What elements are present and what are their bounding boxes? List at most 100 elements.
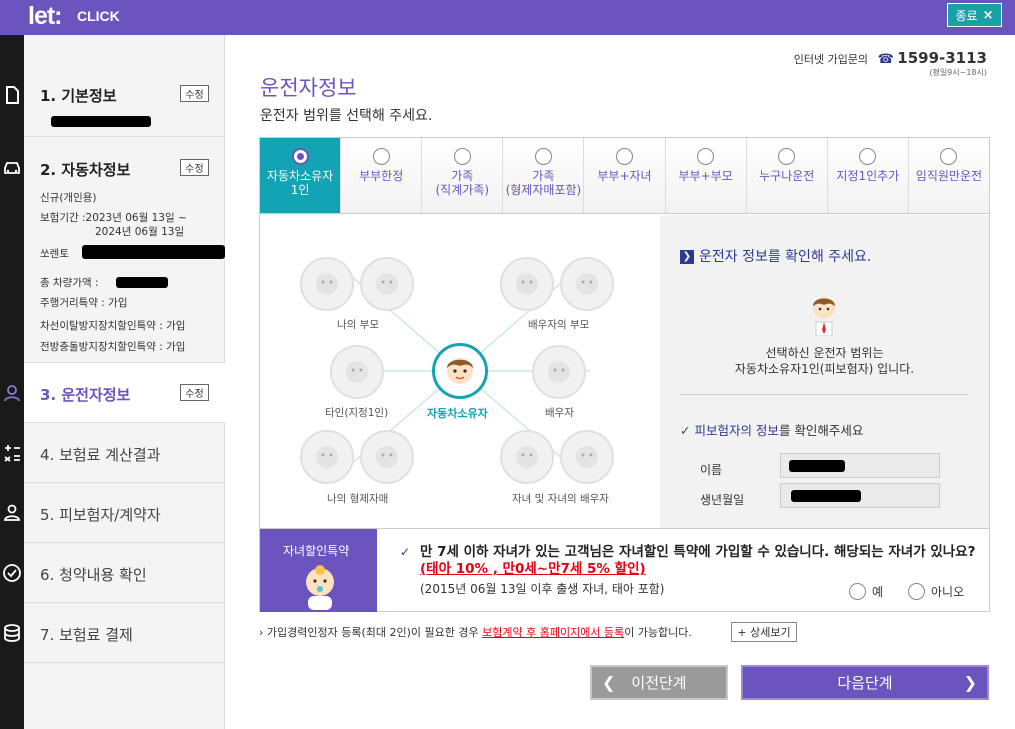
tab-add-one[interactable]: 지정1인추가 [827,138,909,213]
detail-button[interactable]: + 상세보기 [731,622,797,642]
step-title: 7. 보험료 결제 [40,626,133,644]
radio[interactable] [859,148,877,165]
close-icon: × [982,7,994,23]
tab-family-siblings[interactable]: 가족 (형제자매포함) [503,138,585,213]
contact-label: 인터넷 가입문의 [793,53,869,66]
car-detail: 전방충돌방지장치할인특약 : 가입 [40,341,186,353]
info-title-text: 운전자 정보를 확인해 주세요. [699,249,872,265]
chevron-left-icon: ❮ [602,673,616,692]
radio[interactable] [615,148,633,165]
step-car-info: 2. 자동차정보 수정 신규(개인용) 보험기간 :2023년 06월 13일 … [24,137,225,363]
main-content: 인터넷 가입문의 ☎ 1599-3113 (평일9시~18시) 운전자정보 운전… [225,35,1015,729]
tab-label: 자동차소유자 1인 [266,169,334,198]
insured-info-suffix: 를 확인해주세요 [778,423,864,438]
car-detail: 총 차량가액 : [40,277,99,289]
radio[interactable] [908,583,925,600]
brother-icon [300,430,354,484]
people-icon [4,504,20,521]
phone-number: 1599-3113 [897,49,987,67]
footnote-suffix: 이 가능합니다. [624,626,692,639]
step-title: 4. 보험료 계산결과 [40,446,161,464]
tab-label: 가족 (직계가족) [435,169,490,198]
child-discount-note: (2015년 06월 13일 이후 출생 자녀, 태아 포함) [420,582,665,596]
logo-sub: CLICK [77,8,120,24]
woman-icon [532,345,586,399]
car-detail: 2024년 06월 13일 [95,226,185,238]
label-owner: 자동차소유자 [427,407,488,420]
tab-label: 부부한정 [359,169,404,183]
info-text-line1: 선택하신 운전자 범위는 [765,346,884,360]
option-yes-label: 예 [872,585,884,599]
radio[interactable] [372,148,390,165]
chevron-right-icon: ❯ [963,673,977,692]
radio[interactable] [697,148,715,165]
tab-couple-parents[interactable]: 부부+부모 [665,138,747,213]
check-icon: ✓ [400,545,411,559]
tab-label: 부부+부모 [678,169,733,183]
grandma-icon [360,257,414,311]
step-basic-info: 1. 기본정보 수정 [24,35,225,137]
prev-label: 이전단계 [631,674,687,692]
man-icon [330,345,384,399]
option-no-label: 아니오 [931,585,965,599]
next-button[interactable]: 다음단계 ❯ [741,665,989,700]
tab-couple[interactable]: 부부한정 [341,138,423,213]
radio[interactable] [849,583,866,600]
tab-label: 부부+자녀 [597,169,652,183]
car-detail: 보험기간 :2023년 06월 13일 ~ [40,212,187,224]
label-children: 자녀 및 자녀의 배우자 [512,493,609,505]
tab-anyone[interactable]: 누구나운전 [746,138,828,213]
option-yes[interactable]: 예 [849,583,883,600]
birth-field [780,483,940,508]
tab-couple-children[interactable]: 부부+자녀 [584,138,666,213]
redacted-name [789,460,845,472]
tab-family-direct[interactable]: 가족 (직계가족) [422,138,504,213]
label-other: 타인(지정1인) [325,407,389,419]
close-button[interactable]: 종료 × [947,3,1002,27]
step-review: 6. 청약내용 확인 [24,543,225,603]
question-text: 만 7세 이하 자녀가 있는 고객님은 자녀할인 특약에 가입할 수 있습니다.… [420,544,976,560]
owner-avatar-icon [813,297,835,336]
driver-diagram: 나의 부모 배우자의 부모 타인(지정1인) 자동차소유자 배우자 나의 형제자… [260,215,660,528]
edit-button[interactable]: 수정 [180,85,209,102]
grandma-icon [560,257,614,311]
step-title: 2. 자동차정보 [40,161,131,179]
step-driver-info[interactable]: 3. 운전자정보 수정 [24,363,225,423]
check-icon: ✓ [680,423,695,438]
label-siblings: 나의 형제자매 [327,493,389,505]
discount-highlight: (태아 10% , 만0세~만7세 5% 할인) [420,561,646,577]
car-detail: 신규(개인용) [40,192,97,204]
tab-employees[interactable]: 임직원만운전 [908,138,989,213]
car-detail: 차선이탈방지장치할인특약 : 가입 [40,320,186,332]
chevron-right-icon: ❯ [680,250,694,264]
prev-button[interactable]: ❮ 이전단계 [590,665,728,700]
label-spouse-parents: 배우자의 부모 [528,319,590,331]
grandpa-icon [500,257,554,311]
edit-button[interactable]: 수정 [180,384,209,401]
radio[interactable] [778,148,796,165]
step-payment: 7. 보험료 결제 [24,603,225,663]
edit-button[interactable]: 수정 [180,159,209,176]
car-detail: 쏘렌토 [40,248,69,260]
info-text-line2: 자동차소유자1인(피보험자) 입니다. [734,362,915,376]
tab-owner-only[interactable]: 자동차소유자 1인 [260,138,342,213]
check-circle-icon [3,564,21,582]
radio[interactable] [534,148,552,165]
footnote-link[interactable]: 보험계약 후 홈페이지에서 등록 [482,626,624,639]
step-title: 1. 기본정보 [40,87,117,105]
radio-selected[interactable] [291,148,309,165]
radio[interactable] [453,148,471,165]
footnote-prefix: › 가입경력인정자 등록(최대 2인)이 필요한 경우 [259,626,483,639]
redacted-info [51,116,151,127]
page-subtitle: 운전자 범위를 선택해 주세요. [260,108,433,124]
option-no[interactable]: 아니오 [908,583,964,600]
insured-check-line: ✓ 피보험자의 정보를 확인해주세요 [680,420,863,439]
radio[interactable] [940,148,958,165]
next-label: 다음단계 [837,674,893,692]
calculator-icon [4,445,20,462]
sister-icon [360,430,414,484]
child-discount-question: 만 7세 이하 자녀가 있는 고객님은 자녀할인 특약에 가입할 수 있습니다.… [420,544,980,578]
top-bar: let: CLICK 종료 × [0,0,1015,35]
coins-icon [4,624,20,642]
person-icon [4,385,20,402]
